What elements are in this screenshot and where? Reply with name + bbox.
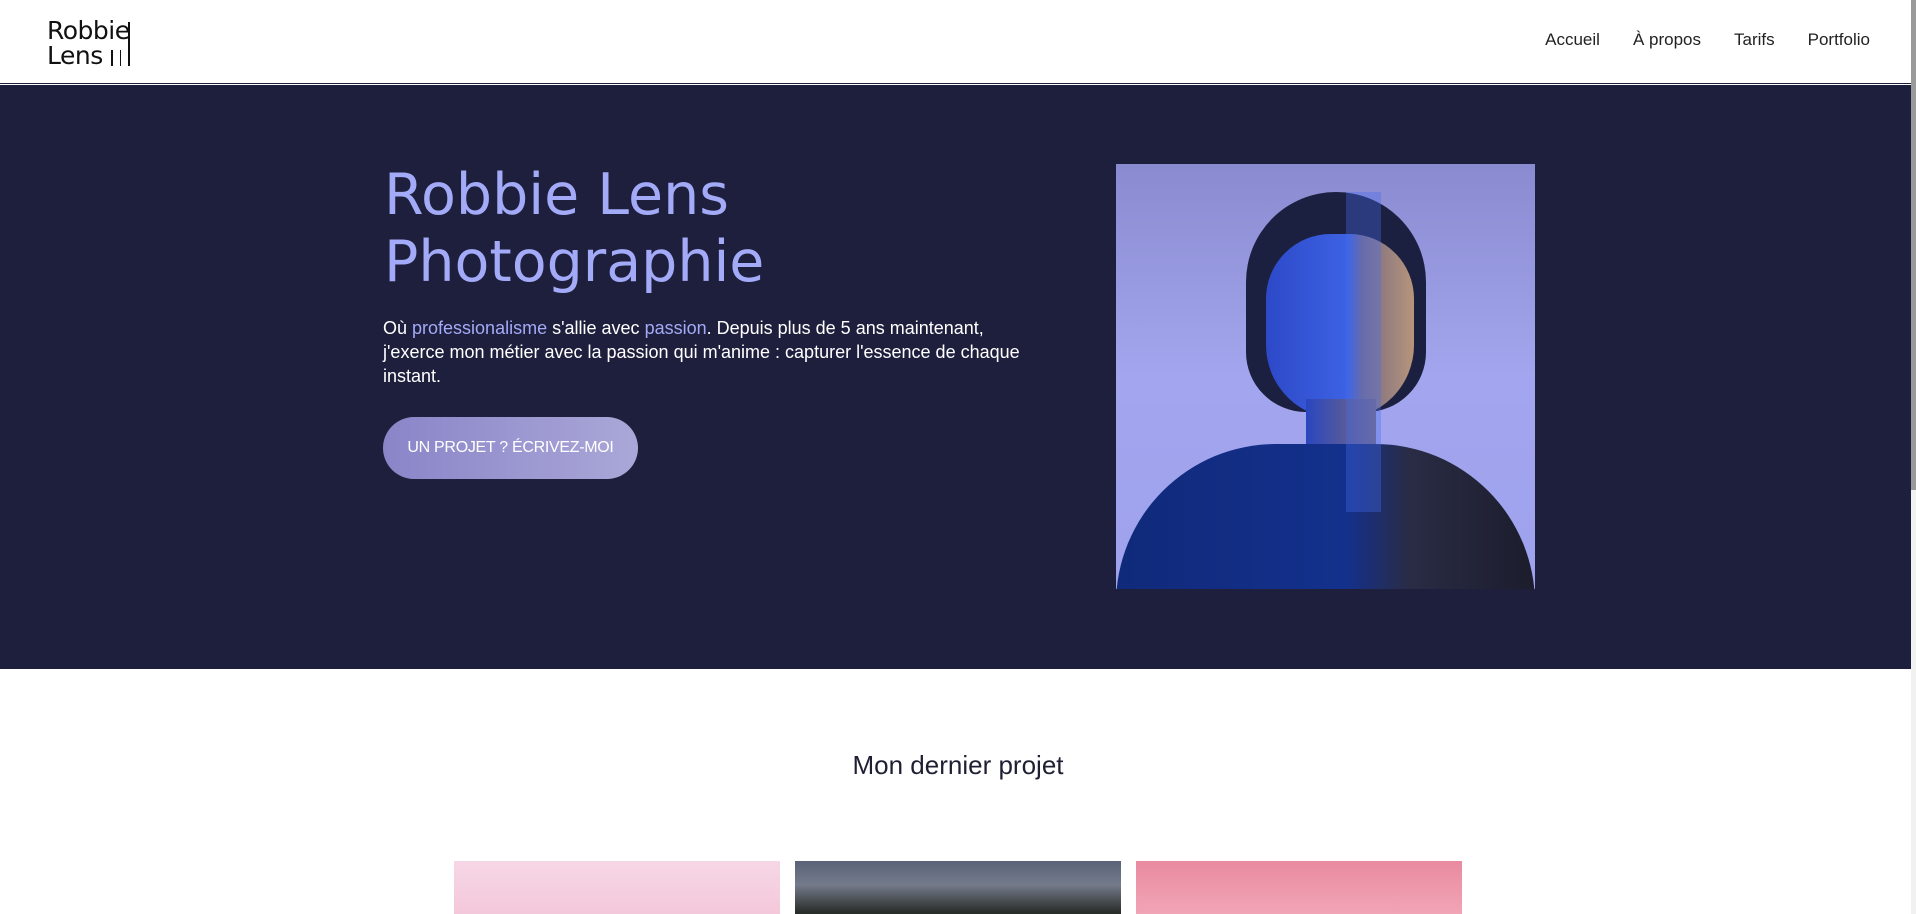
hero-title-line-1: Robbie Lens	[384, 162, 729, 228]
contact-cta-button[interactable]: UN PROJET ? ÉCRIVEZ-MOI	[383, 417, 638, 479]
site-header: Robbie Lens Accueil À propos Tarifs Port…	[0, 0, 1916, 84]
hero-text-accent-professionalisme: professionalisme	[412, 318, 548, 338]
hero-description: Où professionalisme s'allie avec passion…	[383, 316, 1033, 388]
main-nav: Accueil À propos Tarifs Portfolio	[1545, 30, 1870, 50]
nav-item-a-propos[interactable]: À propos	[1633, 30, 1701, 50]
project-thumbnail[interactable]	[1136, 861, 1462, 914]
hero-text-part-2: s'allie avec	[547, 318, 645, 338]
logo[interactable]: Robbie Lens	[47, 16, 137, 68]
page-scrollbar[interactable]	[1911, 0, 1916, 914]
hero-text-part-1: Où	[383, 318, 413, 338]
project-gallery	[454, 861, 1462, 914]
hero-section: Robbie Lens Photographie Où professional…	[0, 85, 1911, 669]
hero-title: Robbie Lens Photographie	[384, 162, 764, 296]
nav-item-tarifs[interactable]: Tarifs	[1734, 30, 1775, 50]
hero-text-accent-passion: passion	[644, 318, 707, 338]
nav-item-accueil[interactable]: Accueil	[1545, 30, 1600, 50]
nav-item-portfolio[interactable]: Portfolio	[1808, 30, 1870, 50]
logo-line-1: Robbie	[47, 16, 130, 45]
hero-title-line-2: Photographie	[384, 229, 765, 295]
hero-portrait-image	[1116, 164, 1535, 589]
logo-bars-icon	[111, 22, 130, 66]
project-thumbnail[interactable]	[795, 861, 1121, 914]
scrollbar-thumb[interactable]	[1911, 0, 1916, 490]
project-thumbnail[interactable]	[454, 861, 780, 914]
latest-project-title: Mon dernier projet	[852, 750, 1064, 780]
